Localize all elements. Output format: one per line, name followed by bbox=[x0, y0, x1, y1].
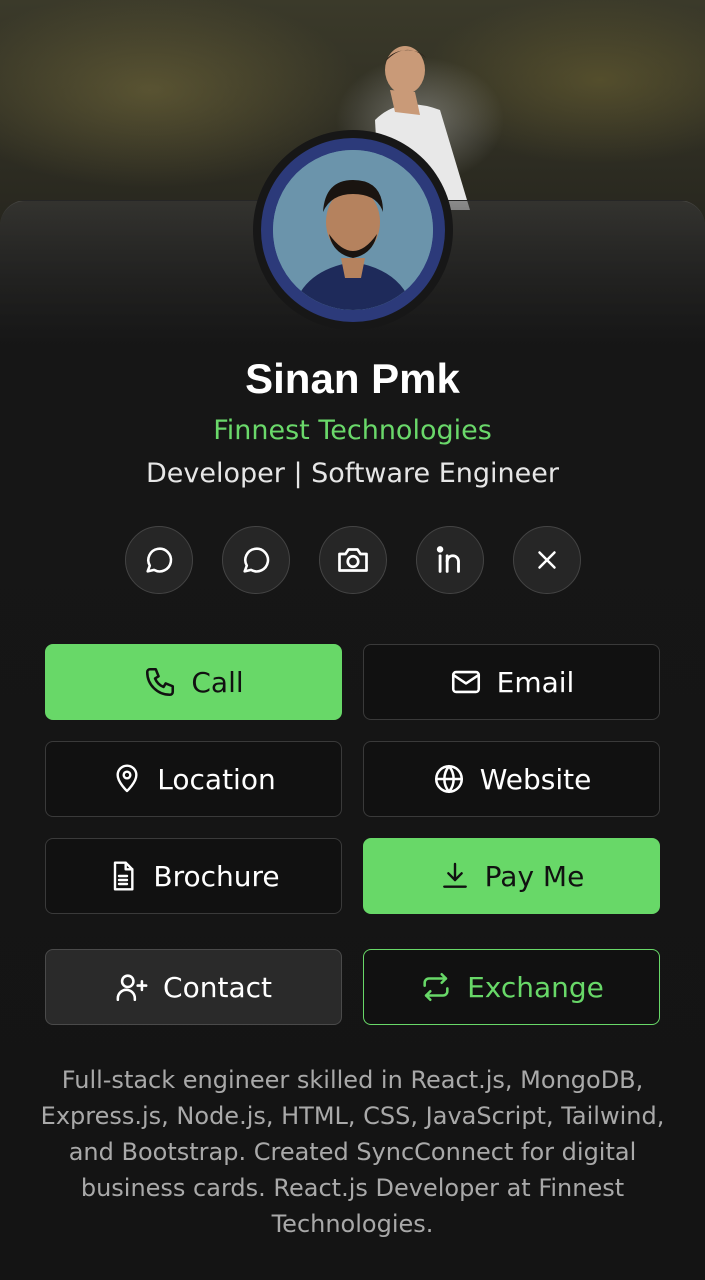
avatar-portrait bbox=[273, 150, 433, 310]
call-button[interactable]: Call bbox=[45, 644, 342, 720]
brochure-button[interactable]: Brochure bbox=[45, 838, 342, 914]
website-button[interactable]: Website bbox=[363, 741, 660, 817]
social-x-button[interactable] bbox=[513, 526, 581, 594]
mail-icon bbox=[451, 670, 480, 694]
call-label: Call bbox=[191, 665, 244, 699]
location-label: Location bbox=[157, 762, 276, 796]
linkedin-icon bbox=[436, 546, 460, 573]
add-user-icon bbox=[116, 974, 148, 1002]
avatar[interactable] bbox=[253, 130, 453, 330]
social-links bbox=[125, 526, 581, 594]
phone-icon bbox=[146, 667, 175, 697]
map-pin-icon bbox=[116, 764, 138, 793]
contact-label: Contact bbox=[163, 970, 272, 1004]
social-camera-button[interactable] bbox=[319, 526, 387, 594]
profile-role: Developer | Software Engineer bbox=[146, 458, 559, 489]
globe-icon bbox=[434, 764, 463, 794]
x-icon bbox=[538, 551, 556, 569]
chat-bubble-icon bbox=[243, 547, 270, 573]
website-label: Website bbox=[479, 762, 592, 796]
social-linkedin-button[interactable] bbox=[416, 526, 484, 594]
profile-name: Sinan Pmk bbox=[245, 355, 460, 402]
exchange-label: Exchange bbox=[467, 970, 604, 1004]
brochure-label: Brochure bbox=[153, 859, 280, 893]
contact-button[interactable]: Contact bbox=[45, 949, 342, 1025]
social-chat-button-2[interactable] bbox=[222, 526, 290, 594]
profile-bio: Full-stack engineer skilled in React.js,… bbox=[40, 1066, 665, 1238]
pay-me-label: Pay Me bbox=[484, 859, 585, 893]
exchange-arrows-icon bbox=[423, 972, 449, 1002]
email-button[interactable]: Email bbox=[363, 644, 660, 720]
document-icon bbox=[114, 861, 134, 891]
chat-bubble-icon bbox=[146, 547, 173, 573]
exchange-button[interactable]: Exchange bbox=[363, 949, 660, 1025]
profile-company[interactable]: Finnest Technologies bbox=[0, 415, 705, 446]
camera-icon bbox=[338, 548, 368, 572]
email-label: Email bbox=[496, 665, 575, 699]
download-icon bbox=[442, 862, 467, 888]
pay-me-button[interactable]: Pay Me bbox=[363, 838, 660, 914]
location-button[interactable]: Location bbox=[45, 741, 342, 817]
social-chat-button-1[interactable] bbox=[125, 526, 193, 594]
